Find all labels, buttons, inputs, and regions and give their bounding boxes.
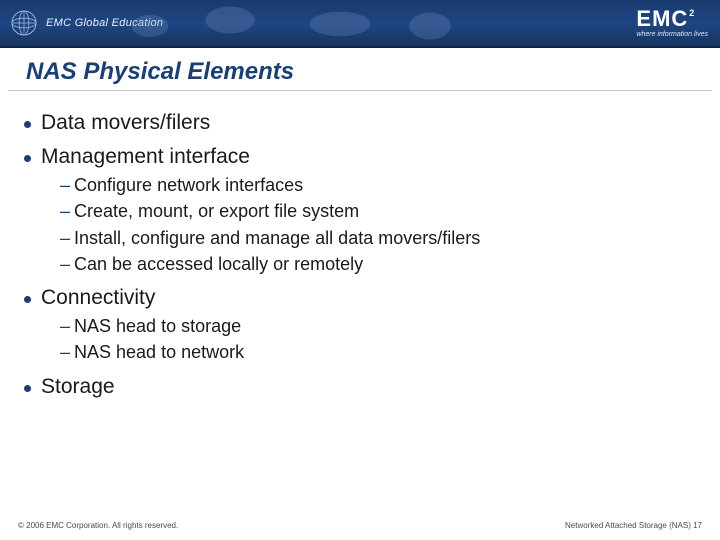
sub-bullet-text: Can be accessed locally or remotely [74,254,363,274]
dash-icon: – [60,175,70,195]
footer: © 2006 EMC Corporation. All rights reser… [0,521,720,530]
bullet-data-movers: Data movers/filers [24,111,696,135]
emc-logo-sup: 2 [689,9,695,18]
sub-bullet: –NAS head to storage [24,314,696,338]
footer-page-label: Networked Attached Storage (NAS) 17 [565,521,702,530]
bullet-storage: Storage [24,375,696,399]
sub-bullet: –Create, mount, or export file system [24,199,696,223]
slide-title: NAS Physical Elements [8,48,712,91]
sub-bullet-text: Configure network interfaces [74,175,303,195]
bullet-dot-icon [24,155,31,162]
bullet-dot-icon [24,121,31,128]
dash-icon: – [60,201,70,221]
sub-bullet: –Configure network interfaces [24,173,696,197]
emc-logo-text: EMC [636,8,688,30]
sub-bullet: –Can be accessed locally or remotely [24,252,696,276]
dash-icon: – [60,228,70,248]
bullet-dot-icon [24,385,31,392]
dash-icon: – [60,254,70,274]
bullet-text: Storage [41,375,115,399]
bullet-text: Data movers/filers [41,111,210,135]
dash-icon: – [60,316,70,336]
emc-tagline: where information lives [636,31,708,38]
header-right: EMC 2 where information lives [636,8,708,38]
world-map-decoration [110,6,490,44]
header-bar: EMC Global Education EMC 2 where informa… [0,0,720,48]
footer-copyright: © 2006 EMC Corporation. All rights reser… [18,521,178,530]
sub-bullet: –NAS head to network [24,340,696,364]
slide-content: Data movers/filers Management interface … [0,99,720,399]
emc-logo: EMC 2 [636,8,708,30]
sub-bullet: –Install, configure and manage all data … [24,226,696,250]
bullet-management-interface: Management interface [24,145,696,169]
dash-icon: – [60,342,70,362]
bullet-text: Management interface [41,145,250,169]
sub-bullet-text: Create, mount, or export file system [74,201,359,221]
bullet-connectivity: Connectivity [24,286,696,310]
bullet-dot-icon [24,296,31,303]
bullet-text: Connectivity [41,286,155,310]
sub-bullet-text: Install, configure and manage all data m… [74,228,480,248]
sub-bullet-text: NAS head to storage [74,316,241,336]
globe-icon [8,7,40,39]
sub-bullet-text: NAS head to network [74,342,244,362]
